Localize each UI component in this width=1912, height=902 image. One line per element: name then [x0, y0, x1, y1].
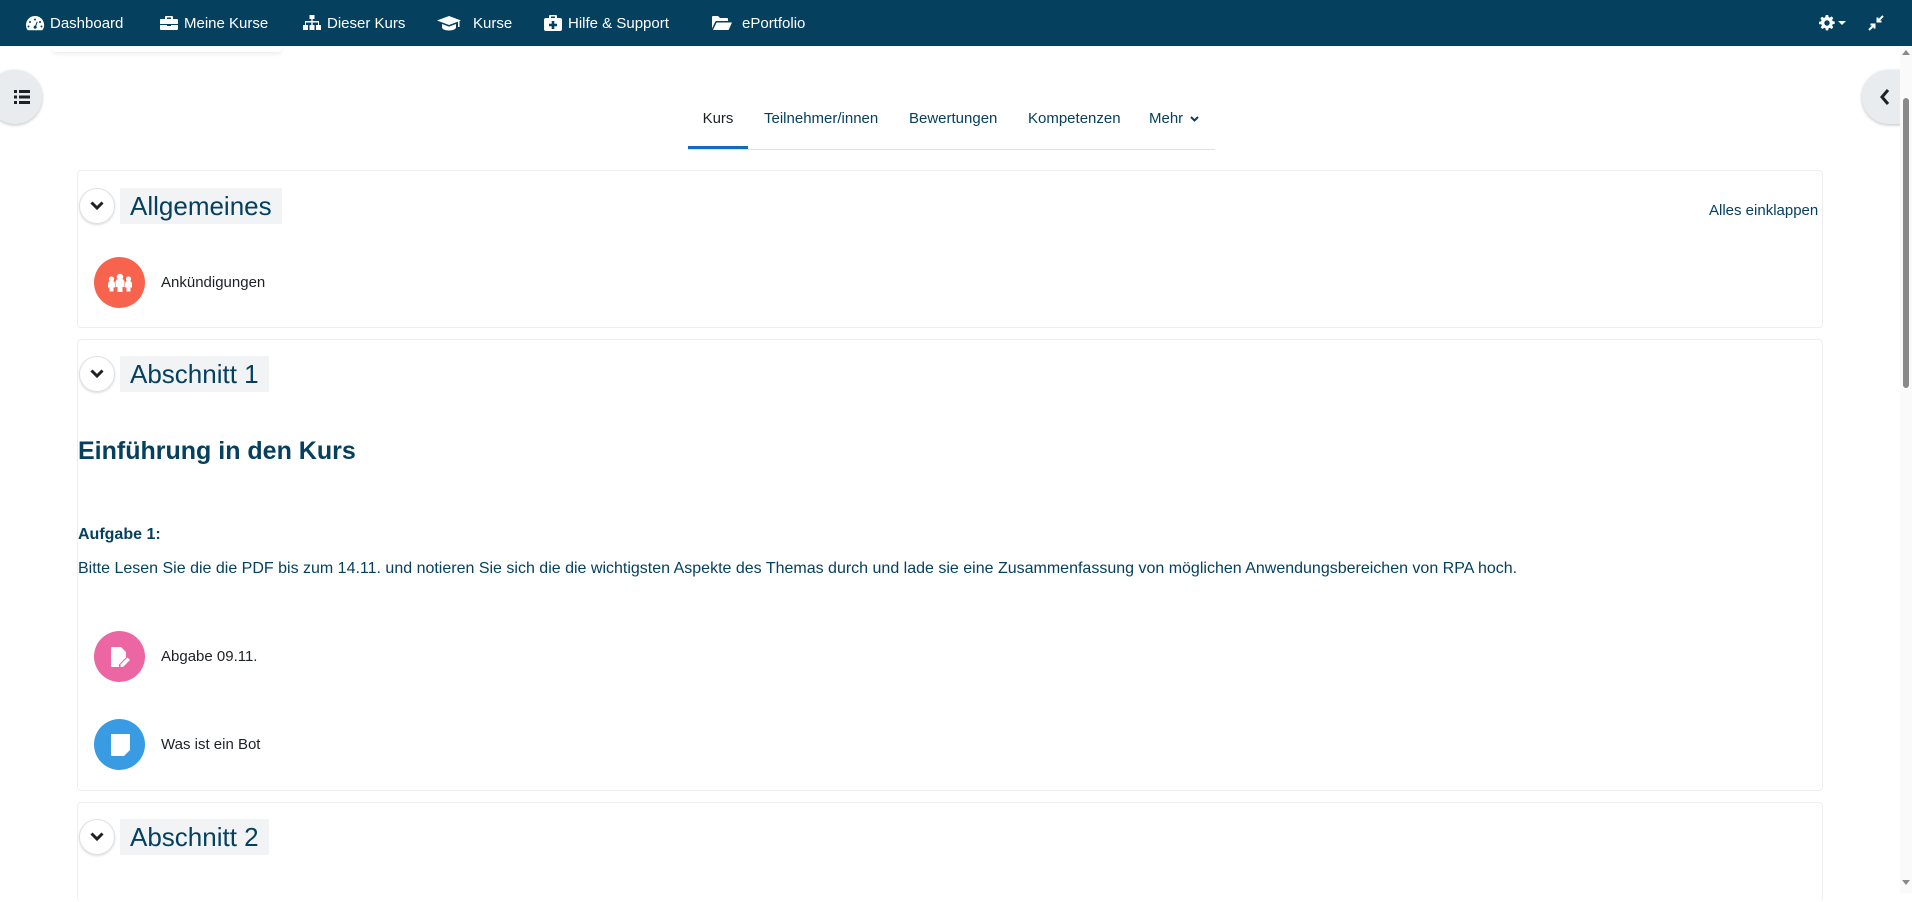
- activity-page[interactable]: Was ist ein Bot: [94, 719, 260, 770]
- section-2: Abschnitt 2: [77, 802, 1823, 902]
- list-icon: [14, 90, 30, 104]
- assignment-icon: [94, 631, 145, 682]
- section-heading: Einführung in den Kurs: [78, 437, 356, 465]
- scrollbar[interactable]: [1900, 46, 1912, 893]
- course-index-toggle[interactable]: [0, 70, 42, 124]
- nav-eportfolio[interactable]: ePortfolio: [711, 0, 805, 46]
- task-description: Bitte Lesen Sie die die PDF bis zum 14.1…: [78, 560, 1518, 577]
- scroll-thumb[interactable]: [1903, 98, 1909, 388]
- tab-kurs[interactable]: Kurs: [688, 97, 748, 149]
- activity-label: Was ist ein Bot: [161, 736, 261, 753]
- nav-label: Kurse: [473, 14, 513, 32]
- tab-teilnehmer[interactable]: Teilnehmer/innen: [764, 97, 878, 149]
- tab-mehr-label: Mehr: [1149, 110, 1184, 127]
- top-navbar: Dashboard Meine Kurse Dieser Kurs Kurse …: [0, 0, 1912, 46]
- activity-announcements[interactable]: Ankündigungen: [94, 257, 265, 308]
- activity-label: Abgabe 09.11.: [161, 648, 258, 665]
- chevron-down-icon: [1190, 116, 1200, 122]
- tab-mehr[interactable]: Mehr: [1149, 97, 1200, 149]
- nav-label: Dieser Kurs: [327, 14, 406, 32]
- dashboard-icon: [26, 15, 45, 31]
- section-collapse-button[interactable]: [79, 356, 115, 392]
- section-title[interactable]: Abschnitt 1: [120, 356, 269, 392]
- forum-icon: [94, 257, 145, 308]
- secondary-navigation: Kurs Teilnehmer/innen Bewertungen Kompet…: [688, 97, 1215, 150]
- scroll-up-arrow[interactable]: [1902, 50, 1910, 55]
- nav-meine-kurse[interactable]: Meine Kurse: [159, 0, 268, 46]
- sitemap-icon: [303, 15, 321, 30]
- settings-menu[interactable]: [1819, 0, 1846, 46]
- caret-down-icon: [1838, 21, 1846, 25]
- activity-assignment[interactable]: Abgabe 09.11.: [94, 631, 257, 682]
- nav-label: Meine Kurse: [184, 14, 269, 32]
- task-label: Aufgabe 1:: [78, 526, 161, 543]
- section-title[interactable]: Allgemeines: [120, 188, 282, 224]
- section-1: Abschnitt 1 Einführung in den Kurs Aufga…: [77, 339, 1823, 791]
- tab-bewertungen[interactable]: Bewertungen: [909, 97, 997, 149]
- page-icon: [94, 719, 145, 770]
- header-shadow: [52, 46, 282, 52]
- collapse-button[interactable]: [1868, 0, 1884, 46]
- section-general: Allgemeines Alles einklappen Ankündigung…: [77, 170, 1823, 328]
- nav-kurse[interactable]: Kurse: [436, 0, 512, 46]
- chevron-down-icon: [90, 369, 104, 379]
- section-title[interactable]: Abschnitt 2: [120, 819, 269, 855]
- nav-label: Hilfe & Support: [568, 14, 669, 32]
- nav-hilfe-support[interactable]: Hilfe & Support: [543, 0, 669, 46]
- chevron-down-icon: [90, 201, 104, 211]
- gear-icon: [1819, 15, 1835, 31]
- nav-dashboard[interactable]: Dashboard: [25, 0, 123, 46]
- folder-open-icon: [712, 16, 732, 30]
- briefcase-icon: [160, 16, 178, 30]
- section-collapse-button[interactable]: [79, 819, 115, 855]
- compress-icon: [1868, 15, 1884, 31]
- chevron-down-icon: [90, 832, 104, 842]
- medkit-icon: [544, 15, 562, 31]
- nav-dieser-kurs[interactable]: Dieser Kurs: [302, 0, 405, 46]
- section-collapse-button[interactable]: [79, 188, 115, 224]
- nav-label: ePortfolio: [742, 14, 806, 32]
- chevron-left-icon: [1880, 89, 1890, 105]
- nav-label: Dashboard: [50, 14, 124, 32]
- graduation-cap-icon: [437, 16, 461, 31]
- tab-kompetenzen[interactable]: Kompetenzen: [1028, 97, 1121, 149]
- activity-label: Ankündigungen: [161, 274, 266, 291]
- scroll-down-arrow[interactable]: [1902, 880, 1910, 885]
- collapse-all-link[interactable]: Alles einklappen: [1709, 202, 1818, 219]
